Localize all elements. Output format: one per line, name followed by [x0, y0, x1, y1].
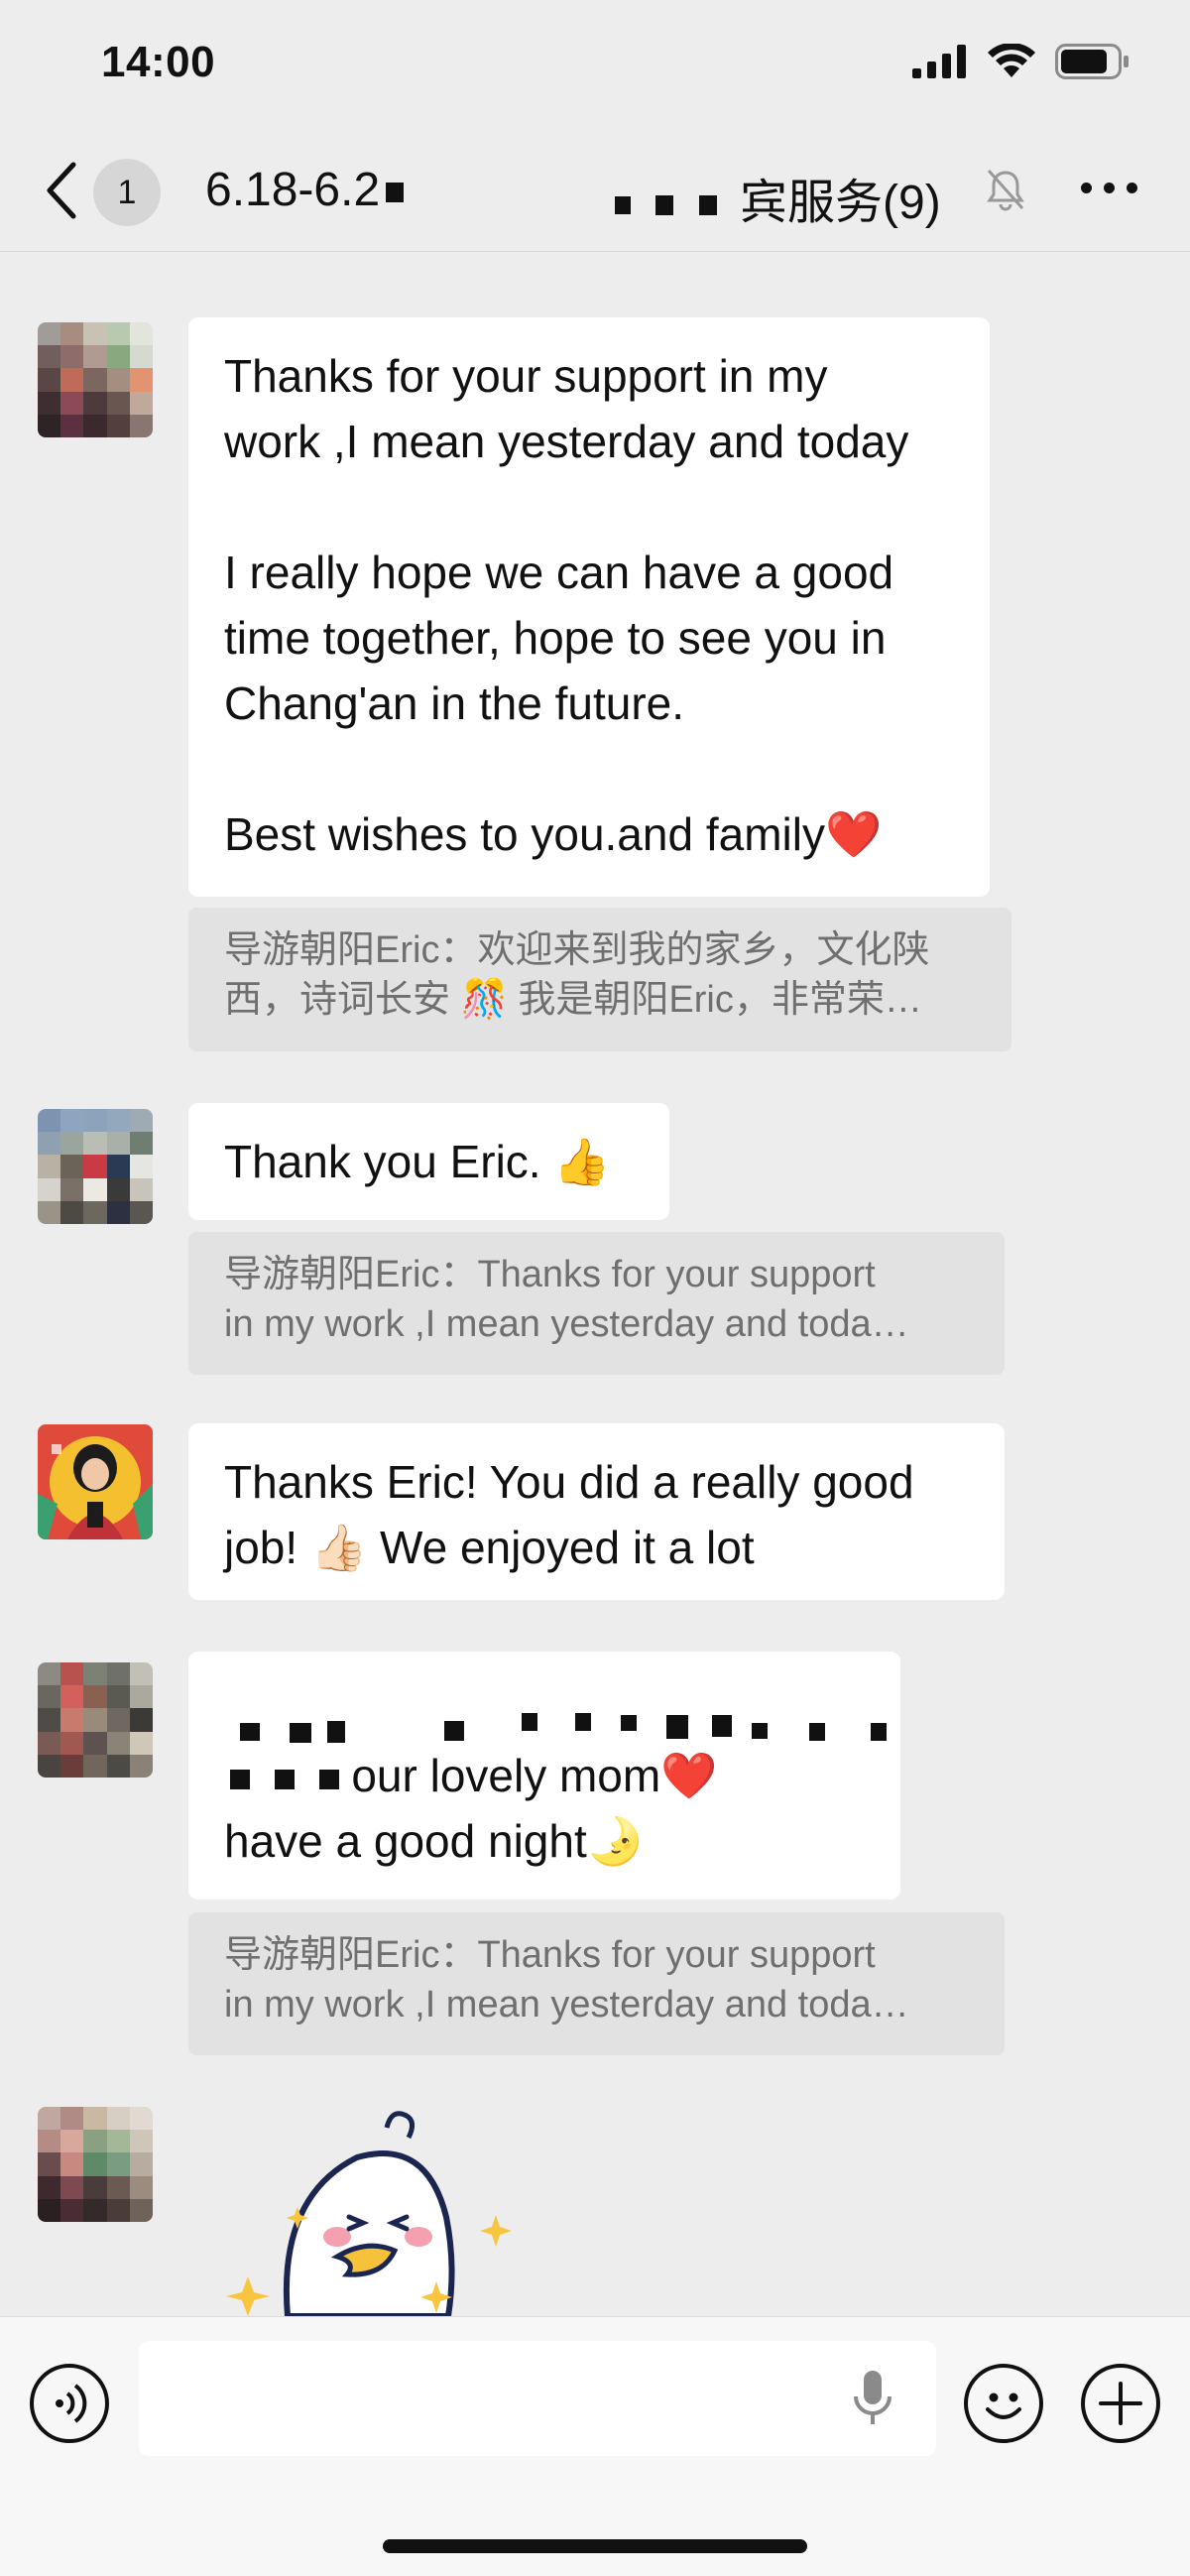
more-actions-button[interactable]	[1081, 2364, 1160, 2443]
redaction-block	[274, 1769, 295, 1789]
plus-icon	[1099, 2382, 1142, 2425]
avatar[interactable]	[38, 1424, 153, 1539]
emoji-button[interactable]	[964, 2364, 1043, 2443]
smiley-icon	[986, 2392, 1021, 2419]
redaction-block	[522, 1713, 537, 1731]
redaction-block	[575, 1713, 591, 1731]
member-count: (9)	[883, 177, 941, 229]
status-icons	[912, 44, 1130, 79]
chat-title[interactable]: 6.18-6.2	[205, 163, 405, 217]
unread-count-badge[interactable]: 1	[93, 159, 161, 226]
microphone-icon[interactable]	[851, 2369, 894, 2428]
chat-title-suffix[interactable]: 宾服务(9)	[615, 163, 941, 232]
status-time: 14:00	[101, 38, 216, 86]
quoted-reply[interactable]: 导游朝阳Eric：Thanks for your support in my w…	[188, 1232, 1005, 1375]
redaction-block	[752, 1723, 768, 1739]
message-text: Thank you Eric. 👍	[224, 1136, 611, 1187]
redaction-block	[290, 1723, 311, 1743]
quote-text: in my work ,I mean yesterday and toda…	[224, 1984, 909, 2025]
redaction-block	[655, 195, 674, 216]
message-line: our lovely mom❤️	[224, 1743, 865, 1808]
battery-icon	[1055, 44, 1129, 79]
quote-text: 导游朝阳Eric：欢迎来到我的家乡，文化陕	[224, 929, 930, 971]
mute-bell-icon	[987, 169, 1024, 211]
chat-title-end: 宾服务	[740, 177, 884, 229]
redaction-block	[698, 195, 717, 216]
redaction-block	[444, 1721, 464, 1741]
quote-text: in my work ,I mean yesterday and toda…	[224, 1303, 909, 1345]
redaction-block	[386, 183, 405, 203]
message-text: our lovely mom❤️	[338, 1750, 718, 1801]
redaction-block	[621, 1715, 637, 1731]
quote-text: 西，诗词长安 🎊 我是朝阳Eric，非常荣…	[224, 979, 922, 1021]
chick-sticker-image[interactable]	[188, 2108, 545, 2316]
redaction-block	[230, 1769, 250, 1789]
message-text: Thanks Eric! You did a really good job! …	[224, 1456, 914, 1573]
message-bubble[interactable]: Thanks for your support in my work ,I me…	[188, 317, 990, 897]
redaction-block	[712, 1715, 732, 1737]
quoted-reply[interactable]: 导游朝阳Eric：Thanks for your support in my w…	[188, 1912, 1005, 2055]
redaction-block	[240, 1723, 260, 1741]
voice-toggle-button[interactable]	[30, 2364, 109, 2443]
chat-title-text: 6.18-6.2	[205, 164, 381, 216]
message-line: have a good night🌛	[224, 1815, 645, 1867]
quoted-reply[interactable]: 导游朝阳Eric：欢迎来到我的家乡，文化陕 西，诗词长安 🎊 我是朝阳Eric，…	[188, 908, 1012, 1051]
back-chevron-icon[interactable]	[42, 159, 81, 222]
signal-icon	[912, 45, 966, 78]
more-options-icon[interactable]	[1081, 183, 1137, 193]
redaction-block	[615, 196, 631, 215]
avatar[interactable]	[38, 2107, 153, 2222]
redacted-line	[224, 1677, 887, 1743]
avatar[interactable]	[38, 1109, 153, 1224]
home-indicator[interactable]	[383, 2539, 807, 2553]
wifi-icon	[988, 44, 1035, 77]
message-text-input[interactable]	[139, 2341, 936, 2456]
chat-header: 1 6.18-6.2 宾服务(9)	[0, 129, 1190, 252]
redaction-block	[871, 1723, 887, 1741]
message-bubble[interactable]: Thanks Eric! You did a really good job! …	[188, 1423, 1005, 1600]
avatar[interactable]	[38, 1662, 153, 1778]
quote-text: 导游朝阳Eric：Thanks for your support	[224, 1254, 876, 1295]
redaction-block	[327, 1721, 345, 1743]
avatar[interactable]	[38, 322, 153, 437]
status-bar: 14:00	[0, 0, 1190, 129]
redaction-block	[666, 1715, 688, 1739]
message-text: Thanks for your support in my work ,I me…	[224, 350, 909, 860]
quote-text: 导游朝阳Eric：Thanks for your support	[224, 1934, 876, 1976]
redaction-block	[318, 1769, 339, 1789]
message-bubble[interactable]: Thank you Eric. 👍	[188, 1103, 669, 1220]
voice-wave-icon	[56, 2384, 87, 2423]
message-input-bar	[0, 2316, 1190, 2576]
message-bubble[interactable]: our lovely mom❤️ have a good night🌛	[188, 1652, 900, 1900]
redaction-block	[809, 1723, 825, 1741]
